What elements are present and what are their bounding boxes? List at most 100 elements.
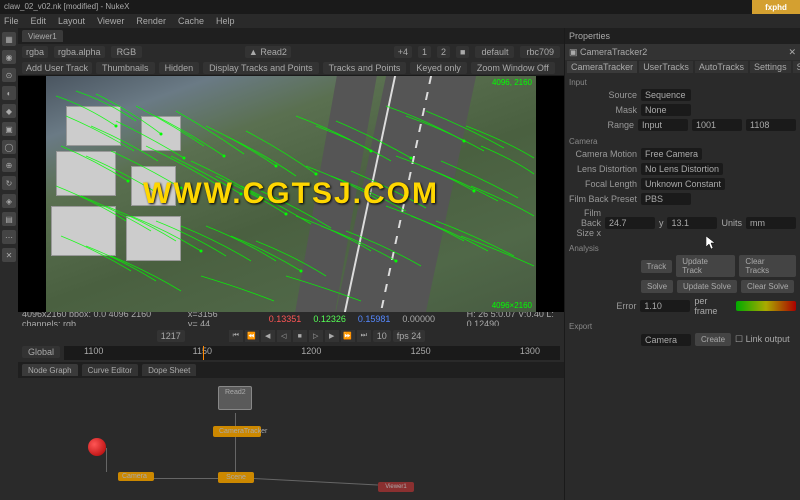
section-camera: Camera — [569, 137, 796, 146]
dd-thumbnails[interactable]: Thumbnails — [96, 62, 155, 74]
proxy-1[interactable]: 1 — [418, 46, 431, 58]
tool-filter-icon[interactable]: ▣ — [2, 122, 16, 136]
node-sphere[interactable] — [88, 438, 106, 456]
tool-views-icon[interactable]: ▤ — [2, 212, 16, 226]
btn-track[interactable]: Track — [641, 260, 673, 273]
menu-file[interactable]: File — [4, 16, 19, 26]
zoom-val[interactable]: +4 — [394, 46, 412, 58]
proxy-2[interactable]: 2 — [437, 46, 450, 58]
ptab-settings[interactable]: Settings — [750, 61, 791, 73]
menu-edit[interactable]: Edit — [31, 16, 47, 26]
tab-viewer1[interactable]: Viewer1 — [22, 30, 63, 42]
tab-node-graph[interactable]: Node Graph — [22, 364, 78, 376]
field-lens[interactable]: No Lens Distortion — [641, 163, 723, 175]
playhead[interactable] — [203, 346, 204, 360]
field-mask[interactable]: None — [641, 104, 691, 116]
field-fbx[interactable]: 24.7 — [605, 217, 655, 229]
tool-3d-icon[interactable]: ◈ — [2, 194, 16, 208]
channel-rgba[interactable]: rgba — [22, 46, 48, 58]
dd-keyed-only[interactable]: Keyed only — [410, 62, 467, 74]
field-range-b[interactable]: 1108 — [746, 119, 796, 131]
next-key-button[interactable]: ⏩ — [341, 330, 355, 342]
channel-mode[interactable]: RGB — [111, 46, 143, 58]
node-cameratracker[interactable]: CameraTracker — [213, 426, 261, 437]
ptab-scene[interactable]: Scene — [793, 61, 800, 73]
node-viewer[interactable]: Viewer1 — [378, 482, 414, 492]
node-scene[interactable]: Scene — [218, 472, 254, 483]
menu-viewer[interactable]: Viewer — [97, 16, 124, 26]
field-fby[interactable]: 13.1 — [667, 217, 717, 229]
chk-link[interactable]: ☐ Link output — [735, 334, 790, 345]
play-rev-button[interactable]: ◀ — [261, 330, 275, 342]
btn-clear-tracks[interactable]: Clear Tracks — [739, 255, 796, 277]
menu-help[interactable]: Help — [216, 16, 235, 26]
field-range[interactable]: Input — [638, 119, 688, 131]
play-fwd-button[interactable]: ▶ — [325, 330, 339, 342]
btn-create[interactable]: Create — [695, 333, 731, 346]
btn-solve[interactable]: Solve — [641, 280, 673, 293]
viewer-area[interactable]: 4096, 2160 4096×2160 WWW.CGTSJ.COM — [18, 76, 564, 312]
last-frame-button[interactable]: ⏭ — [357, 330, 371, 342]
viewer-tabs: Viewer1 — [18, 28, 564, 44]
btn-update-track[interactable]: Update Track — [676, 255, 735, 277]
field-range-a[interactable]: 1001 — [692, 119, 742, 131]
tool-keyer-icon[interactable]: ◯ — [2, 140, 16, 154]
field-source[interactable]: Sequence — [641, 89, 691, 101]
timeline-track[interactable]: 1100 1150 1200 1250 1300 — [64, 346, 560, 360]
btn-update-solve[interactable]: Update Solve — [677, 280, 737, 293]
btn-add-user-track[interactable]: Add User Track — [22, 62, 92, 74]
tool-other-icon[interactable]: ⋯ — [2, 230, 16, 244]
node-selector[interactable]: ▲ Read2 — [245, 46, 291, 58]
range-mode[interactable]: Global — [22, 346, 60, 358]
ptab-cameratracker[interactable]: CameraTracker — [567, 61, 637, 73]
tool-time-icon[interactable]: ⊙ — [2, 68, 16, 82]
field-preset[interactable]: PBS — [641, 193, 691, 205]
step-fwd-button[interactable]: ▷ — [309, 330, 323, 342]
field-motion[interactable]: Free Camera — [641, 148, 702, 160]
incr-field[interactable]: 10 — [373, 330, 391, 342]
channel-alpha[interactable]: rgba.alpha — [54, 46, 105, 58]
lbl-error: Error — [569, 301, 636, 311]
dd-hidden[interactable]: Hidden — [159, 62, 200, 74]
menu-render[interactable]: Render — [136, 16, 166, 26]
tl-mark: 1300 — [520, 346, 540, 360]
gpu-toggle[interactable]: ■ — [456, 46, 469, 58]
node-camera[interactable]: Camera — [118, 472, 154, 481]
tool-merge-icon[interactable]: ⊕ — [2, 158, 16, 172]
btn-clear-solve[interactable]: Clear Solve — [741, 280, 794, 293]
stop-button[interactable]: ■ — [293, 330, 307, 342]
ptab-autotracks[interactable]: AutoTracks — [695, 61, 748, 73]
close-icon[interactable]: ✕ — [788, 47, 796, 58]
dd-tracks-points[interactable]: Tracks and Points — [323, 62, 407, 74]
menu-cache[interactable]: Cache — [178, 16, 204, 26]
tool-channel-icon[interactable]: ◐ — [2, 86, 16, 100]
field-error[interactable]: 1.10 — [640, 300, 690, 312]
tab-dope-sheet[interactable]: Dope Sheet — [142, 364, 196, 376]
section-export: Export — [569, 322, 796, 331]
field-export-type[interactable]: Camera — [641, 334, 691, 346]
tab-curve-editor[interactable]: Curve Editor — [82, 364, 138, 376]
frame-field[interactable]: 1217 — [157, 330, 185, 342]
lbl-focal: Focal Length — [569, 179, 637, 189]
dd-display-tracks[interactable]: Display Tracks and Points — [203, 62, 319, 74]
menu-layout[interactable]: Layout — [58, 16, 85, 26]
node-read[interactable]: Read2 — [218, 386, 252, 410]
tool-draw-icon[interactable]: ◉ — [2, 50, 16, 64]
dd-zoom-window[interactable]: Zoom Window Off — [471, 62, 555, 74]
field-units[interactable]: mm — [746, 217, 796, 229]
tool-color-icon[interactable]: ◆ — [2, 104, 16, 118]
tool-transform-icon[interactable]: ↻ — [2, 176, 16, 190]
colorspace-lut[interactable]: rbc709 — [520, 46, 560, 58]
field-focal[interactable]: Unknown Constant — [641, 178, 725, 190]
step-back-button[interactable]: ◁ — [277, 330, 291, 342]
tool-x-icon[interactable]: ✕ — [2, 248, 16, 262]
colorspace-default[interactable]: default — [475, 46, 514, 58]
ptab-usertracks[interactable]: UserTracks — [639, 61, 693, 73]
prev-key-button[interactable]: ⏪ — [245, 330, 259, 342]
tool-image-icon[interactable]: ▦ — [2, 32, 16, 46]
first-frame-button[interactable]: ⏮ — [229, 330, 243, 342]
fps-field[interactable]: fps 24 — [393, 330, 426, 342]
node-graph[interactable]: Read2 CameraTracker Scene Viewer1 Camera — [18, 378, 564, 500]
section-analysis: Analysis — [569, 244, 796, 253]
lbl-motion: Camera Motion — [569, 149, 637, 159]
